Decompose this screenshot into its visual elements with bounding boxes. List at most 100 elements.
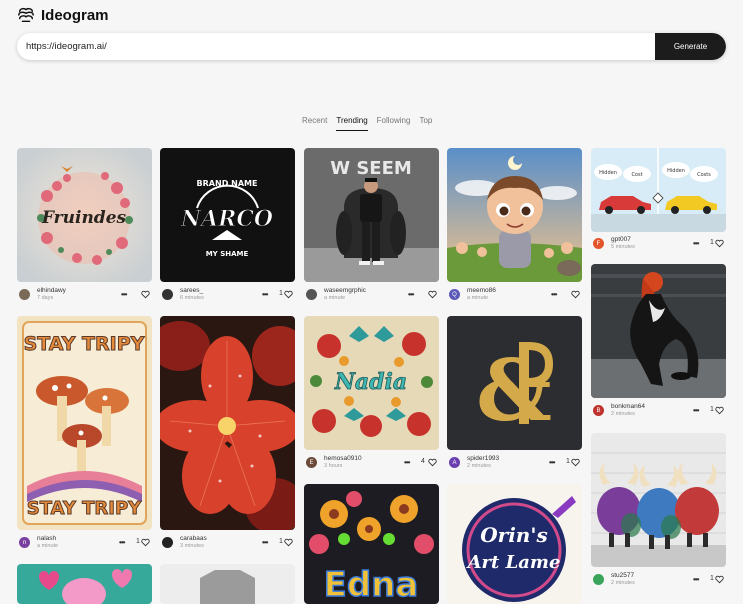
card-image[interactable] xyxy=(591,433,726,567)
card-username[interactable]: elhindawy xyxy=(37,287,66,294)
card-username[interactable]: carabaas xyxy=(180,535,207,542)
more-icon[interactable]: ••• xyxy=(551,290,557,299)
card-image[interactable]: Orin's Art Lame xyxy=(447,484,582,604)
more-icon[interactable]: ••• xyxy=(262,538,268,547)
feed-tabs: Recent Trending Following Top xyxy=(302,116,432,131)
brand[interactable]: Ideogram xyxy=(17,6,109,24)
image-card[interactable]: Fruindes elhindawy 7 days ••• xyxy=(17,148,152,308)
card-username[interactable]: waseemgrphic xyxy=(324,287,366,294)
more-icon[interactable]: ••• xyxy=(693,575,699,584)
heart-icon[interactable] xyxy=(571,290,580,299)
avatar[interactable]: Q xyxy=(449,289,460,300)
card-meta: Q meemo86 a minute ••• xyxy=(447,287,582,303)
card-image[interactable]: & xyxy=(447,316,582,450)
card-meta: elhindawy 7 days ••• xyxy=(17,287,152,303)
avatar[interactable]: n xyxy=(19,537,30,548)
more-icon[interactable]: ••• xyxy=(549,458,555,467)
prompt-input[interactable] xyxy=(26,33,646,60)
card-username[interactable]: hemosa0910 xyxy=(324,455,362,462)
image-text: Nadia xyxy=(334,369,407,395)
image-text: MY SHAME xyxy=(206,250,249,258)
card-username[interactable]: stu2577 xyxy=(611,572,634,579)
image-card[interactable]: & A spider1993 2 minutes ••• 1 xyxy=(447,316,582,476)
card-image[interactable]: Hidden Cost Hidden Costs xyxy=(591,148,726,232)
image-card[interactable]: BRAND NAME NARCO MY SHAME sarees_ 6 minu… xyxy=(160,148,295,308)
card-time: 3 hours xyxy=(324,463,343,469)
avatar[interactable]: B xyxy=(593,405,604,416)
card-time: 2 minutes xyxy=(611,411,635,417)
heart-icon[interactable] xyxy=(715,239,724,248)
generate-button[interactable]: Generate xyxy=(655,33,726,60)
brand-name: Ideogram xyxy=(41,6,109,24)
avatar[interactable] xyxy=(162,289,173,300)
heart-icon[interactable] xyxy=(715,406,724,415)
more-icon[interactable]: ••• xyxy=(121,290,127,299)
heart-icon[interactable] xyxy=(141,538,150,547)
avatar[interactable]: F xyxy=(593,238,604,249)
more-icon[interactable]: ••• xyxy=(408,290,414,299)
heart-icon[interactable] xyxy=(428,290,437,299)
more-icon[interactable]: ••• xyxy=(262,290,268,299)
heart-icon[interactable] xyxy=(284,538,293,547)
card-username[interactable]: meemo86 xyxy=(467,287,496,294)
tab-recent[interactable]: Recent xyxy=(302,116,327,131)
image-card[interactable]: carabaas 3 minutes ••• 1 xyxy=(160,316,295,556)
avatar[interactable]: A xyxy=(449,457,460,468)
heart-icon[interactable] xyxy=(715,575,724,584)
card-time: 6 minutes xyxy=(180,295,204,301)
card-image[interactable]: W SEEM xyxy=(304,148,439,282)
image-card[interactable]: STAY TRIPY STAY TRIPY n nalash a minute … xyxy=(17,316,152,556)
tab-top[interactable]: Top xyxy=(419,116,432,131)
card-username[interactable]: sarees_ xyxy=(180,287,203,294)
like-count: 1 xyxy=(710,239,714,246)
image-card[interactable]: Edna xyxy=(304,484,439,604)
image-card[interactable] xyxy=(160,564,295,604)
card-username[interactable]: spider1993 xyxy=(467,455,499,462)
image-card[interactable]: Hidden Cost Hidden Costs F gpt007 5 minu… xyxy=(591,148,726,256)
image-card[interactable]: Q meemo86 a minute ••• xyxy=(447,148,582,308)
card-username[interactable]: bonkman64 xyxy=(611,403,645,410)
card-image[interactable]: Fruindes xyxy=(17,148,152,282)
tab-trending[interactable]: Trending xyxy=(336,116,368,131)
card-image[interactable] xyxy=(591,264,726,398)
card-image[interactable]: BRAND NAME NARCO MY SHAME xyxy=(160,148,295,282)
card-image[interactable]: Edna xyxy=(304,484,439,604)
image-text: STAY TRIPY xyxy=(24,333,145,355)
more-icon[interactable]: ••• xyxy=(119,538,125,547)
more-icon[interactable]: ••• xyxy=(693,239,699,248)
card-image[interactable]: STAY TRIPY STAY TRIPY xyxy=(17,316,152,530)
card-image[interactable] xyxy=(160,316,295,530)
image-card[interactable]: W SEEM waseemgrphic a minute ••• xyxy=(304,148,439,308)
image-text: Hidden xyxy=(667,168,685,174)
card-username[interactable]: gpt007 xyxy=(611,236,631,243)
card-username[interactable]: nalash xyxy=(37,535,56,542)
like-count: 1 xyxy=(279,290,283,297)
like-count: 1 xyxy=(566,458,570,465)
heart-icon[interactable] xyxy=(571,458,580,467)
card-image[interactable] xyxy=(160,564,295,604)
card-meta: n nalash a minute ••• 1 xyxy=(17,535,152,551)
card-image[interactable] xyxy=(17,564,152,604)
more-icon[interactable]: ••• xyxy=(693,406,699,415)
avatar[interactable] xyxy=(593,574,604,585)
image-card[interactable]: stu2577 2 minutes ••• 1 xyxy=(591,433,726,593)
image-card[interactable] xyxy=(17,564,152,604)
more-icon[interactable]: ••• xyxy=(404,458,410,467)
avatar[interactable] xyxy=(162,537,173,548)
avatar[interactable] xyxy=(19,289,30,300)
card-meta: carabaas 3 minutes ••• 1 xyxy=(160,535,295,551)
image-card[interactable]: Orin's Art Lame xyxy=(447,484,582,604)
avatar[interactable] xyxy=(306,289,317,300)
image-text: Hidden xyxy=(599,170,617,176)
heart-icon[interactable] xyxy=(141,290,150,299)
card-image[interactable] xyxy=(447,148,582,282)
card-image[interactable]: Nadia xyxy=(304,316,439,450)
image-text: STAY TRIPY xyxy=(27,498,142,519)
heart-icon[interactable] xyxy=(284,290,293,299)
tab-following[interactable]: Following xyxy=(377,116,411,131)
image-card[interactable]: B bonkman64 2 minutes ••• 1 xyxy=(591,264,726,426)
avatar[interactable]: E xyxy=(306,457,317,468)
card-meta: B bonkman64 2 minutes ••• 1 xyxy=(591,403,726,419)
heart-icon[interactable] xyxy=(428,458,437,467)
image-card[interactable]: Nadia E hemosa0910 3 hours ••• 4 xyxy=(304,316,439,476)
